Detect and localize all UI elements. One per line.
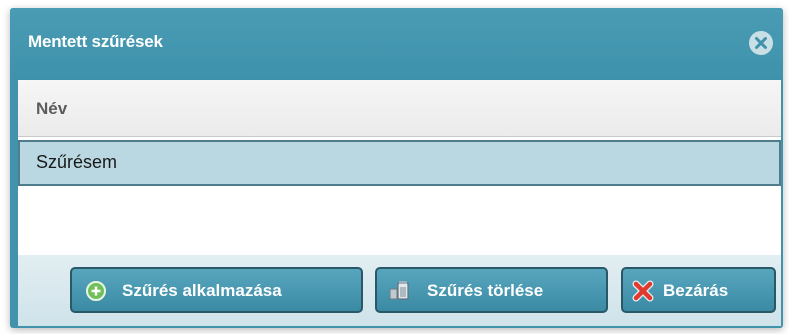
list-column-header: Név <box>18 80 781 137</box>
dialog-footer: Szűrés alkalmazása Szűrés törlése Bezárá… <box>18 255 781 326</box>
add-circle-icon <box>86 281 106 301</box>
delete-filter-button[interactable]: Szűrés törlése <box>375 267 608 313</box>
dialog-titlebar: Mentett szűrések <box>10 8 783 80</box>
apply-filter-label: Szűrés alkalmazása <box>122 281 282 300</box>
close-icon[interactable] <box>749 31 773 55</box>
list-item-label: Szűrésem <box>36 152 118 172</box>
dialog-title: Mentett szűrések <box>28 32 163 51</box>
close-button[interactable]: Bezárás <box>621 267 776 313</box>
name-column-label: Név <box>36 99 68 118</box>
trash-can-icon <box>389 281 409 300</box>
filters-list: Név Szűrésem <box>18 80 781 255</box>
apply-filter-button[interactable]: Szűrés alkalmazása <box>70 267 363 313</box>
close-button-label: Bezárás <box>663 281 729 300</box>
delete-filter-label: Szűrés törlése <box>427 281 544 300</box>
list-item[interactable]: Szűrésem <box>18 140 781 186</box>
red-x-icon <box>632 280 654 302</box>
saved-filters-dialog: Mentett szűrések Név Szűrésem Szűrés alk… <box>10 8 783 328</box>
